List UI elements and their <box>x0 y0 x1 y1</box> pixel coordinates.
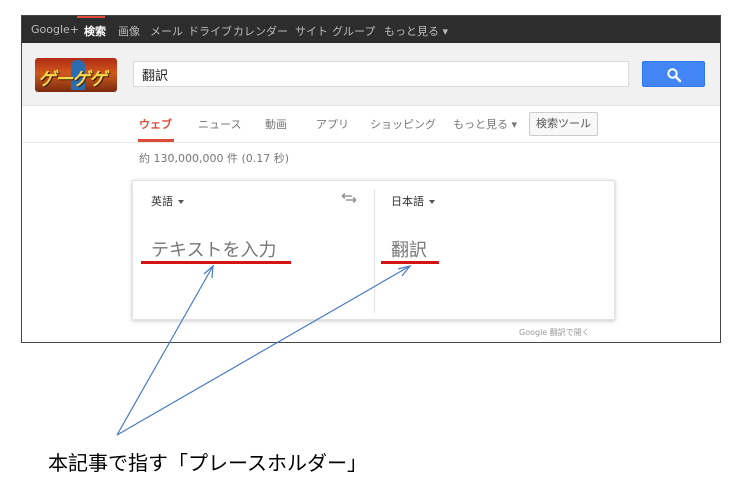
annotation-arrows <box>116 264 412 436</box>
arrow-to-source-head <box>203 264 214 279</box>
arrow-to-target-head <box>397 264 412 277</box>
arrow-to-target-line <box>116 265 411 436</box>
annotation-caption: 本記事で指す「プレースホルダー」 <box>48 451 367 475</box>
arrow-to-source-line <box>116 265 214 436</box>
